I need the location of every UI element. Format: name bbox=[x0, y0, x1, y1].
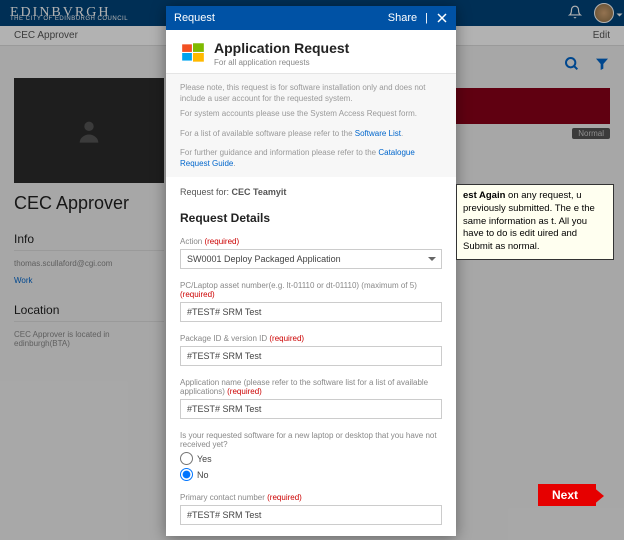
help-callout: est Again on any request, u previously s… bbox=[456, 184, 614, 260]
field-action: Action (required) SW0001 Deploy Packaged… bbox=[180, 237, 442, 269]
modal-title: Application Request bbox=[214, 40, 349, 56]
next-button[interactable]: Next bbox=[538, 484, 596, 506]
asset-input[interactable] bbox=[180, 302, 442, 322]
request-modal: Request Share | Application Request For … bbox=[166, 6, 456, 536]
request-for: Request for: CEC Teamyit bbox=[180, 187, 442, 197]
contact-label: Primary contact number (required) bbox=[180, 493, 442, 502]
field-package: Package ID & version ID (required) bbox=[180, 334, 442, 366]
notice-box: Please note, this request is for softwar… bbox=[166, 74, 456, 177]
appname-input[interactable] bbox=[180, 399, 442, 419]
appname-label: Application name (please refer to the so… bbox=[180, 378, 442, 396]
modal-title-row: Application Request For all application … bbox=[166, 30, 456, 74]
software-list-link[interactable]: Software List bbox=[355, 129, 401, 138]
notice1: Please note, this request is for softwar… bbox=[180, 82, 442, 104]
notice4: For further guidance and information ple… bbox=[180, 147, 442, 169]
package-input[interactable] bbox=[180, 346, 442, 366]
close-icon[interactable] bbox=[436, 12, 448, 24]
modal-subtitle: For all application requests bbox=[214, 58, 349, 67]
next-arrow-icon[interactable] bbox=[592, 482, 612, 510]
radio-yes[interactable] bbox=[180, 452, 193, 465]
package-label: Package ID & version ID (required) bbox=[180, 334, 442, 343]
radio-no[interactable] bbox=[180, 468, 193, 481]
field-newlaptop: Is your requested software for a new lap… bbox=[180, 431, 442, 481]
notice3: For a list of available software please … bbox=[180, 128, 442, 139]
modal-body: Request for: CEC Teamyit Request Details… bbox=[166, 177, 456, 536]
details-heading: Request Details bbox=[180, 211, 442, 225]
contact-input[interactable] bbox=[180, 505, 442, 525]
windows-icon bbox=[180, 40, 206, 66]
action-label: Action (required) bbox=[180, 237, 442, 246]
asset-label: PC/Laptop asset number(e.g. lt-01110 or … bbox=[180, 281, 442, 299]
field-asset: PC/Laptop asset number(e.g. lt-01110 or … bbox=[180, 281, 442, 322]
field-appname: Application name (please refer to the so… bbox=[180, 378, 442, 419]
modal-header: Request Share | bbox=[166, 6, 456, 30]
share-link[interactable]: Share bbox=[388, 12, 417, 24]
action-select[interactable]: SW0001 Deploy Packaged Application bbox=[180, 249, 442, 269]
divider: | bbox=[425, 12, 428, 24]
field-contact: Primary contact number (required) bbox=[180, 493, 442, 525]
notice2: For system accounts please use the Syste… bbox=[180, 108, 442, 119]
newlaptop-label: Is your requested software for a new lap… bbox=[180, 431, 442, 449]
modal-header-title: Request bbox=[174, 12, 215, 24]
